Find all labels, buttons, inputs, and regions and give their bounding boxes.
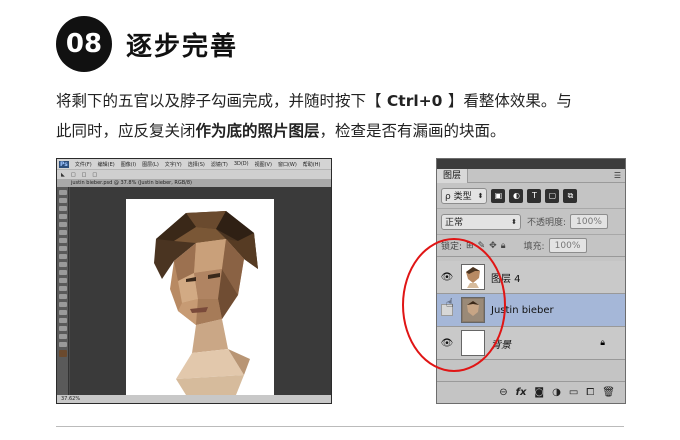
tab-layers[interactable]: 图层: [437, 168, 469, 183]
healing-tool-icon[interactable]: [59, 238, 67, 243]
menu-bar: Ps 文件(F) 编辑(E) 图像(I) 图层(L) 文字(Y) 选择(S) 滤…: [57, 159, 331, 169]
fill-field[interactable]: 100%: [548, 238, 587, 253]
text-segment: ，检查是否有漏画的块面。: [319, 122, 506, 140]
step-number-badge: 08: [56, 16, 112, 72]
filter-row: ρ 类型 ⬍ ▣ ◐ T ▢ ⧉: [437, 183, 625, 209]
text-segment: 将剩下的五官以及脖子勾画完成，并随时按下【: [56, 92, 382, 110]
new-layer-icon[interactable]: ⧠: [586, 387, 594, 398]
photoshop-logo: Ps: [59, 160, 69, 168]
menu-item[interactable]: 选择(S): [188, 161, 205, 168]
step-header: 08 逐步完善: [56, 16, 238, 72]
history-brush-tool-icon[interactable]: [59, 262, 67, 267]
foreground-color-swatch[interactable]: [59, 350, 67, 357]
menu-item[interactable]: 滤镜(T): [211, 161, 228, 168]
tools-panel: [57, 187, 69, 395]
options-square-icon[interactable]: □: [82, 172, 87, 178]
panel-title-bar: 图层 ☰: [437, 168, 625, 183]
chevron-down-icon: ⬍: [511, 217, 517, 226]
lasso-tool-icon[interactable]: [59, 206, 67, 211]
zoom-tool-icon[interactable]: [59, 342, 67, 347]
tool-preset-icon[interactable]: ◣: [61, 172, 65, 178]
brush-tool-icon[interactable]: [59, 246, 67, 251]
fill-label: 填充:: [523, 242, 545, 252]
panel-menu-icon[interactable]: ☰: [614, 171, 621, 180]
instruction-line-1: 将剩下的五官以及脖子勾画完成，并随时按下【 Ctrl+0 】看整体效果。与: [56, 86, 636, 116]
path-select-tool-icon[interactable]: [59, 318, 67, 323]
lock-icon: 🔒︎: [600, 338, 605, 348]
trash-icon[interactable]: 🗑︎: [602, 387, 615, 398]
blend-row: 正常 ⬍ 不透明度: 100%: [437, 209, 625, 235]
add-mask-icon[interactable]: ◙: [534, 387, 544, 398]
hand-cursor-icon: ☝︎: [446, 296, 454, 310]
opacity-label: 不透明度:: [527, 218, 567, 228]
menu-item[interactable]: 图层(L): [142, 161, 159, 168]
menu-item[interactable]: 3D(D): [234, 161, 249, 167]
dodge-tool-icon[interactable]: [59, 294, 67, 299]
text-segment: 】看整体效果。与: [447, 92, 572, 110]
chevron-down-icon: ⬍: [477, 191, 484, 200]
highlight-circle: [402, 238, 506, 372]
type-tool-icon[interactable]: [59, 310, 67, 315]
text-segment: 此同时，应反复关闭: [56, 122, 196, 140]
menu-item[interactable]: 窗口(W): [278, 161, 297, 168]
zoom-readout[interactable]: 37.62%: [61, 396, 80, 402]
blend-mode-select[interactable]: 正常 ⬍: [441, 213, 521, 230]
options-square-icon[interactable]: □: [92, 172, 97, 178]
blend-mode-value: 正常: [445, 218, 464, 228]
filter-pixel-icon[interactable]: ▣: [491, 188, 506, 203]
panel-footer: ⊖ fx ◙ ◑ ▭ ⧠ 🗑︎: [437, 381, 625, 403]
lock-position-icon[interactable]: ✥: [489, 241, 497, 251]
status-bar: 37.62%: [57, 395, 331, 403]
marquee-tool-icon[interactable]: [59, 198, 67, 203]
shortcut-key: Ctrl+0: [381, 92, 448, 110]
link-layers-icon[interactable]: ⊖: [499, 387, 507, 398]
emphasized-text: 作为底的照片图层: [195, 122, 320, 140]
menu-item[interactable]: 视图(V): [255, 161, 272, 168]
new-group-icon[interactable]: ▭: [569, 387, 578, 398]
hand-tool-icon[interactable]: [59, 334, 67, 339]
blur-tool-icon[interactable]: [59, 286, 67, 291]
document-tab[interactable]: justin bieber.psd @ 37.8% (Justin bieber…: [57, 179, 331, 187]
photoshop-window: Ps 文件(F) 编辑(E) 图像(I) 图层(L) 文字(Y) 选择(S) 滤…: [56, 158, 332, 404]
instruction-paragraph: 将剩下的五官以及脖子勾画完成，并随时按下【 Ctrl+0 】看整体效果。与 此同…: [56, 86, 636, 146]
menu-item[interactable]: 图像(I): [121, 161, 136, 168]
filter-smart-object-icon[interactable]: ⧉: [563, 188, 578, 203]
menu-item[interactable]: 帮助(H): [303, 161, 321, 168]
gradient-tool-icon[interactable]: [59, 278, 67, 283]
filter-adjustment-icon[interactable]: ◐: [509, 188, 524, 203]
move-tool-icon[interactable]: [59, 190, 67, 195]
pen-tool-icon[interactable]: [59, 302, 67, 307]
menu-item[interactable]: 文字(Y): [165, 161, 182, 168]
menu-item[interactable]: 文件(F): [75, 161, 92, 168]
stamp-tool-icon[interactable]: [59, 254, 67, 259]
adjustment-layer-icon[interactable]: ◑: [552, 387, 561, 398]
layer-filter-select[interactable]: ρ 类型 ⬍: [441, 187, 488, 204]
instruction-line-2: 此同时，应反复关闭作为底的照片图层，检查是否有漏画的块面。: [56, 116, 636, 146]
quick-select-tool-icon[interactable]: [59, 214, 67, 219]
filter-label: ρ 类型: [445, 192, 472, 202]
canvas-area: [70, 187, 331, 395]
options-square-icon[interactable]: □: [71, 172, 76, 178]
crop-tool-icon[interactable]: [59, 222, 67, 227]
document-canvas[interactable]: [126, 199, 274, 395]
divider: [56, 426, 624, 427]
filter-shape-icon[interactable]: ▢: [545, 188, 560, 203]
panel-top-bar: [437, 159, 625, 169]
step-title: 逐步完善: [126, 31, 239, 62]
lock-all-icon[interactable]: 🔒︎: [501, 241, 506, 251]
low-poly-portrait: [154, 211, 258, 395]
fx-icon[interactable]: fx: [516, 387, 527, 398]
opacity-field[interactable]: 100%: [570, 214, 609, 229]
eraser-tool-icon[interactable]: [59, 270, 67, 275]
filter-type-icon[interactable]: T: [527, 188, 542, 203]
eyedropper-tool-icon[interactable]: [59, 230, 67, 235]
menu-item[interactable]: 编辑(E): [98, 161, 115, 168]
options-bar: ◣ □ □ □: [57, 169, 331, 179]
shape-tool-icon[interactable]: [59, 326, 67, 331]
